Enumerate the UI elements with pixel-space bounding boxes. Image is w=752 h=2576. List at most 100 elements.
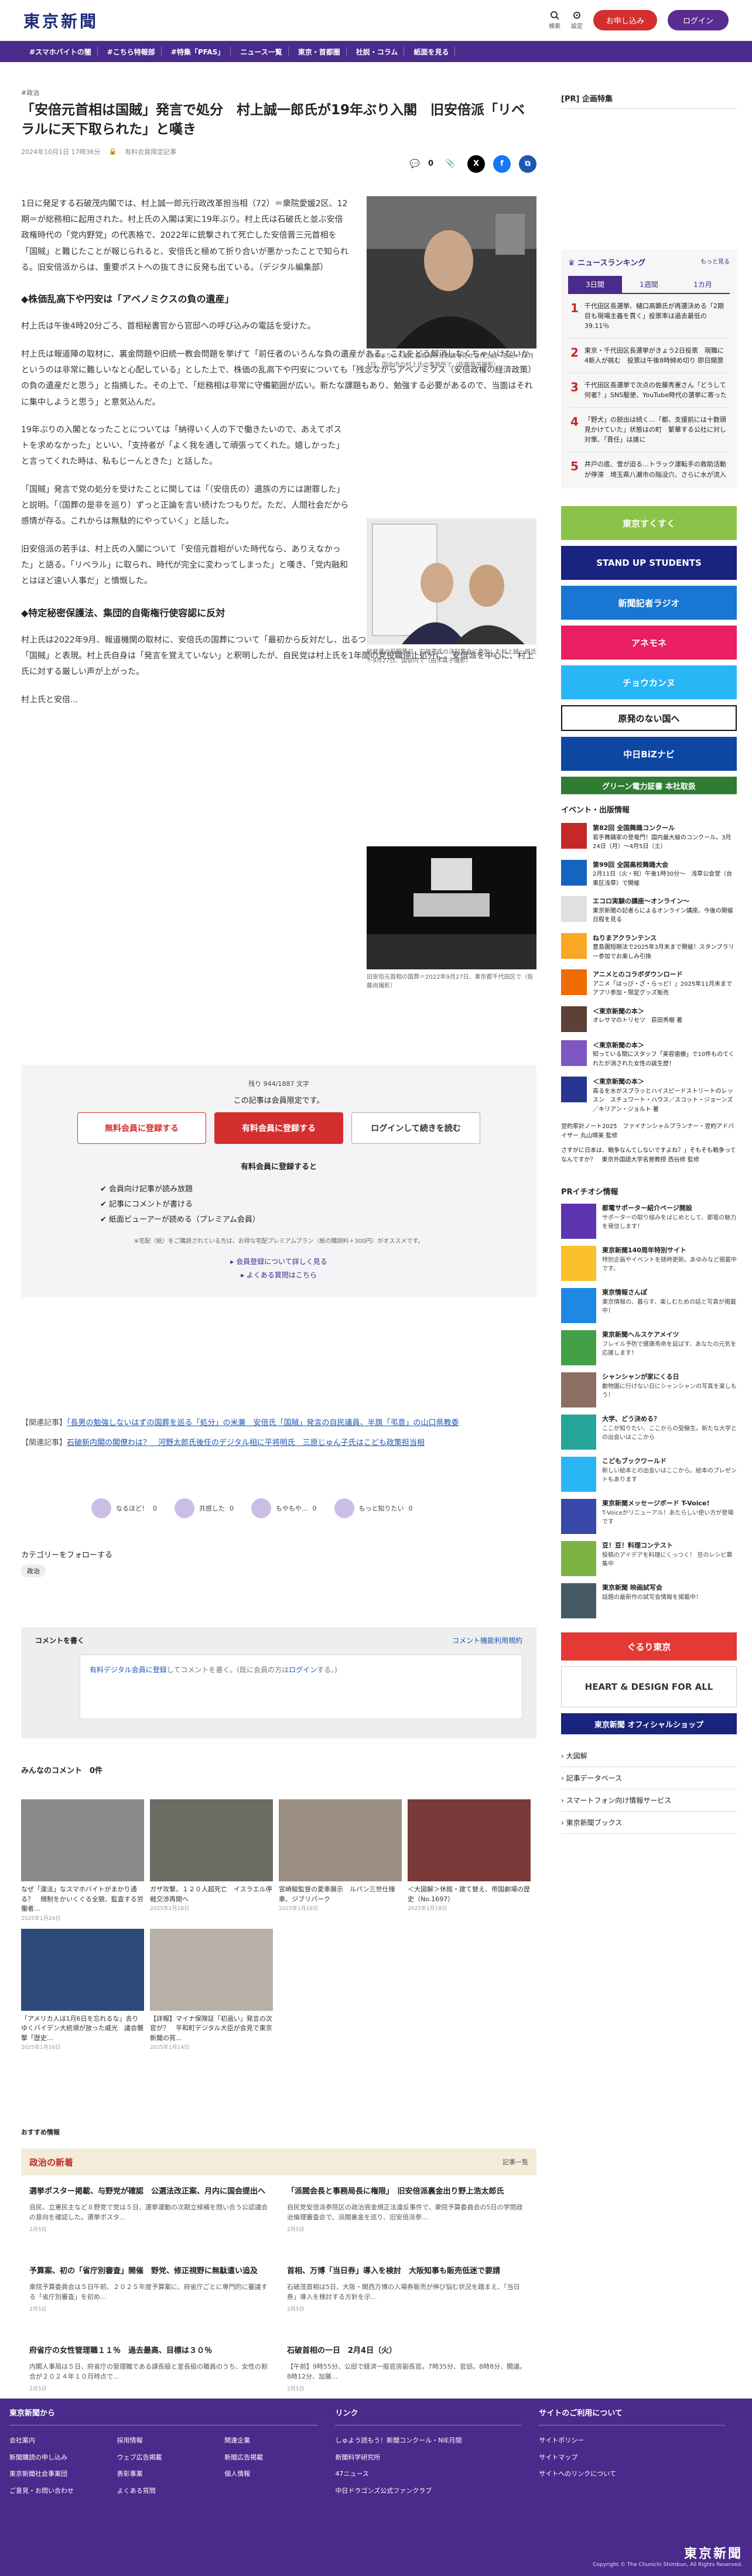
banner[interactable]: 新聞記者ラジオ — [561, 586, 737, 620]
politics-item[interactable]: 選挙ポスター掲載、与野党が確認 公選法改正案、月内に国会提出へ 自民、立憲民主など… — [29, 2186, 269, 2266]
banner[interactable]: 原発のない国へ — [561, 705, 737, 731]
politics-item[interactable]: 「派閥会長と事務局長に権限」 旧安倍派裏金出り野上浩太郎氏 自民党安倍派参院区の政… — [287, 2186, 527, 2266]
x-share-icon[interactable]: X — [467, 155, 485, 173]
sidebar-link[interactable]: › スマートフォン向け情報サービス — [561, 1789, 737, 1812]
event-item[interactable]: ＜東京新聞の本＞ 高るを水がスプラッとハイスピードストリートのレッスン スチュワー… — [561, 1077, 737, 1114]
footer-link[interactable]: 採用情報 — [117, 2432, 225, 2449]
reaction-button[interactable]: 共感した 0 — [175, 1498, 234, 1518]
banner[interactable]: チョウカンヌ — [561, 665, 737, 699]
sidebar-link[interactable]: › 大図解 — [561, 1745, 737, 1767]
banner[interactable]: 東京新聞 オフィシャルショップ — [561, 1713, 737, 1734]
footer-link[interactable]: サイトマップ — [539, 2449, 743, 2466]
free-register-button[interactable]: 無料会員に登録する — [77, 1112, 206, 1144]
footer-link[interactable]: 新聞広告掲載 — [224, 2449, 332, 2466]
footer-link[interactable]: 会社案内 — [9, 2432, 117, 2449]
politics-item[interactable]: 首相、万博「当日券」導入を検討 大阪知事も販売低迷で要請 石破茂首相は5日、大阪・… — [287, 2266, 527, 2345]
membership-info-link[interactable]: 会員登録について詳しく見る — [236, 1258, 327, 1266]
category-tag[interactable]: #政治 — [21, 88, 536, 97]
paid-register-button[interactable]: 有料会員に登録する — [214, 1112, 343, 1144]
footer-link[interactable]: 個人情報 — [224, 2466, 332, 2483]
banner[interactable]: 中日BiZナビ — [561, 737, 737, 771]
nav-item[interactable]: 東京・首都圏 — [292, 46, 347, 57]
ranking-tab[interactable]: 1カ月 — [676, 276, 730, 293]
event-item[interactable]: ねりまアクランテンス 豊島園短期法で2025年3月末まで開催！スタンプラリー参加で… — [561, 932, 737, 962]
footer-link[interactable]: 新聞購読の申し込み — [9, 2449, 117, 2466]
banner[interactable]: 東京すくすく — [561, 506, 737, 540]
footer-link[interactable]: 中日ドラゴンズ公式ファンクラブ — [335, 2483, 539, 2500]
event-item[interactable]: ＜東京新聞の本＞ 知っている間にスタッフ「美容歯療」で10件ものてくれたが消された… — [561, 1040, 737, 1069]
ranking-item[interactable]: 3 千代田区長選挙で次点の佐藤秀憲さん「どうして何者？」SNS駆使、YouTube… — [568, 373, 730, 408]
thumb-card[interactable]: 「アメリカ人は1月6日を忘れるな」去りゆくバイデン大統領が放った威光 議会襲撃「… — [21, 1928, 144, 2051]
article-photo-2[interactable] — [367, 518, 536, 644]
footer-link[interactable]: 新聞科学研究所 — [335, 2449, 539, 2466]
footer-link[interactable]: 関連企業 — [224, 2432, 332, 2449]
ranking-more-link[interactable]: もっと見る — [700, 257, 730, 268]
nav-item[interactable]: #特集「PFAS」 — [165, 46, 231, 57]
banner[interactable]: HEART & DESIGN FOR ALL — [561, 1666, 737, 1707]
pr-item[interactable]: 東京新聞ヘルスケアメイツ フレイル予防で健康寿命を延ばす、あなたの元気を応援します… — [561, 1330, 737, 1365]
pr-item[interactable]: 大学、どう決める？ ここが知りたい、ここからの受験生。新たな大学との出会いはここか… — [561, 1415, 737, 1450]
comment-input[interactable]: 有料デジタル会員に登録してコメントを書く。(既に会員の方はログインする。) — [80, 1655, 522, 1719]
footer-link[interactable]: よくある質問 — [117, 2483, 225, 2500]
event-item[interactable]: アニメとのコラボダウンロード アニメ「はっぴ・ざ・らっど！」2025年11月末まで… — [561, 969, 737, 998]
comment-register-link[interactable]: 有料デジタル会員に登録 — [90, 1666, 167, 1674]
footer-link[interactable]: 47ニュース — [335, 2466, 539, 2483]
thumb-card[interactable]: ガザ攻撃、１２０人超死亡 イスラエル停戦交渉再開へ 2025年1月18日 — [150, 1799, 273, 1922]
footer-link[interactable]: 表彰事業 — [117, 2466, 225, 2483]
article-photo-3[interactable] — [367, 846, 536, 969]
login-continue-button[interactable]: ログインして続きを読む — [351, 1112, 480, 1144]
politics-more-link[interactable]: 記事一覧 — [503, 2157, 528, 2167]
thumb-card[interactable]: 【詳報】マイナ保険証「初過い」発言の次官が？ 平和町デジタル大臣が会見で東京新聞… — [150, 1928, 273, 2051]
ranking-item[interactable]: 1 千代田区長選挙、樋口高顕氏が再選決める「2期目も現場主義を貫く」投票率は過去最… — [568, 294, 730, 339]
related-link[interactable]: 石破新内閣の閣僚わは？ 河野太郎氏後任のデジタル相に平将明氏 三原じゅん子氏はこ… — [67, 1439, 425, 1447]
reaction-button[interactable]: もやもや... 0 — [251, 1498, 317, 1518]
settings-button[interactable]: 設定 — [571, 11, 583, 30]
reaction-button[interactable]: なるほど！ 0 — [91, 1498, 157, 1518]
nav-item[interactable]: 紙面を見る — [408, 46, 456, 57]
related-link[interactable]: 「長男の勉強しないはずの国葬を巡る「処分」の米兼 安倍氏「国賊」発言の自民議員、… — [67, 1419, 459, 1427]
banner[interactable]: グリーン電力証書 本社取扱 — [561, 777, 737, 794]
nav-item[interactable]: ニュース一覧 — [234, 46, 289, 57]
footer-link[interactable]: ウェブ広告掲載 — [117, 2449, 225, 2466]
footer-link[interactable]: サイトポリシー — [539, 2432, 743, 2449]
event-item[interactable]: 第99回 全国高校舞踊大会 2月11日（火・祝）午後1時30分～ 浅草公会堂（台東… — [561, 859, 737, 889]
thumb-card[interactable]: なぜ「違法」なスマホバイトがまかり通る？ 規制をかいくぐる全貌、監査する労働者.… — [21, 1799, 144, 1922]
sidebar-link[interactable]: › 東京新聞ブックス — [561, 1812, 737, 1834]
ranking-item[interactable]: 2 東京・千代田区長選挙がきょう2日投票 現職に4新人が挑む 投票は午後8時締め切… — [568, 339, 730, 374]
event-item[interactable]: エコロ実験の講座〜オンライン〜 東京新聞の記者らによるオンライン講座。今後の開催日… — [561, 896, 737, 925]
ranking-tab[interactable]: 3日間 — [568, 276, 622, 293]
pr-item[interactable]: 豆！豆！料理コンテスト 投稿のアイデアを料理にくっつく！ 豆のレシピ募集中 — [561, 1541, 737, 1576]
banner[interactable]: アネモネ — [561, 626, 737, 660]
pr-item[interactable]: 東京新聞メッセージボード T-Voice! T-Voiceがリニューアル！あたらし… — [561, 1499, 737, 1534]
nav-item[interactable]: #こちら特報部 — [101, 46, 162, 57]
comment-icon[interactable]: 💬 — [410, 159, 420, 169]
event-extra[interactable]: 翌約家計ノート2025 ファイナンシャルプランナー・翌約アドバイザー 丸山晴美 … — [561, 1122, 737, 1140]
facebook-share-icon[interactable]: f — [493, 155, 511, 173]
copy-link-icon[interactable]: ⧉ — [519, 155, 536, 173]
clip-icon[interactable]: 📎 — [442, 155, 459, 173]
faq-link[interactable]: よくある質問はこちら — [247, 1271, 317, 1279]
footer-link[interactable]: しゅよう読もう！新聞コンクール・NIE月間 — [335, 2432, 539, 2449]
banner[interactable]: ぐるり東京 — [561, 1632, 737, 1661]
event-extra[interactable]: さすがに日本は、戦争なんてしないですよね？」そもそも戦争ってなんですか？ 東京外… — [561, 1146, 737, 1164]
ranking-item[interactable]: 5 井戸の底、雪が迫る…トラック運転手の救助活動が停滞 埼玉県八潮市の陥没穴、さら… — [568, 452, 730, 486]
login-button[interactable]: ログイン — [667, 10, 729, 30]
ranking-item[interactable]: 4 「野犬」の脱出は続く…「都、支援前には十数頭見かけていた」状態はの町 繁華する… — [568, 408, 730, 453]
thumb-card[interactable]: ＜大図解＞休館・建て替え、帝国劇場の歴史（No.1697） 2025年1月18日 — [408, 1799, 531, 1922]
pr-item[interactable]: 東京情報さんぽ 東京情報の、暮らす、楽しむための話と写真が掲載中！ — [561, 1288, 737, 1323]
register-button[interactable]: お申し込み — [593, 10, 657, 30]
event-item[interactable]: ＜東京新聞の本＞ オレサマのトリセツ 荻田秀樹 著 — [561, 1006, 737, 1032]
comment-rules-link[interactable]: コメント機能利用規約 — [452, 1635, 522, 1645]
nav-item[interactable]: 社説・コラム — [350, 46, 405, 57]
pr-item[interactable]: 東京新聞140周年特別サイト 特別企画やイベントを随時更新。あゆみなど掲載中です。 — [561, 1246, 737, 1281]
footer-link[interactable]: サイトへのリンクについて — [539, 2466, 743, 2483]
pr-item[interactable]: 都電サポーター紹介ページ開設 サポーターの取り組みをはじめとして、都電の魅力を発信… — [561, 1204, 737, 1239]
thumb-card[interactable]: 宮崎駿監督の愛車展示 ルパン三世仕様車、ジブリパーク 2025年1月16日 — [279, 1799, 402, 1922]
footer-link[interactable]: 東京新聞社会事業団 — [9, 2466, 117, 2483]
follow-chip[interactable]: 政治 — [21, 1564, 46, 1577]
sidebar-link[interactable]: › 記事データベース — [561, 1767, 737, 1789]
site-logo[interactable]: 東京新聞 — [23, 9, 98, 32]
footer-link[interactable]: ご意見・お問い合わせ — [9, 2483, 117, 2500]
search-button[interactable]: 検索 — [549, 11, 560, 30]
pr-item[interactable]: こどもブックワールド 新しい絵本との出会いはここから。絵本のプレゼントもあります — [561, 1457, 737, 1492]
